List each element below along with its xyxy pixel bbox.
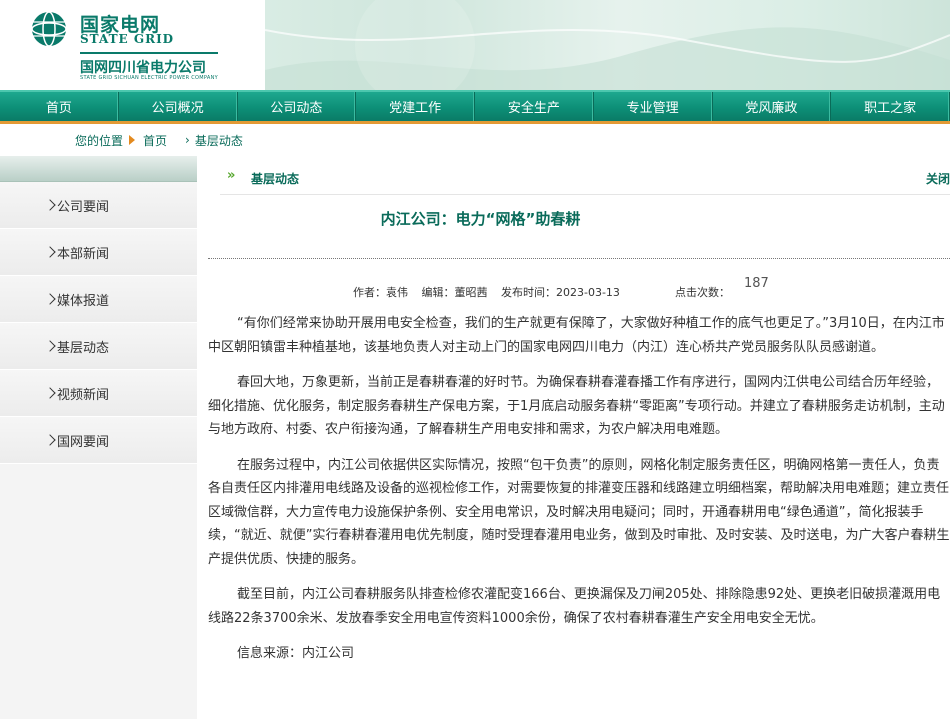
section-title: 基层动态 <box>251 172 300 186</box>
close-link[interactable]: 关闭 <box>926 170 950 187</box>
sidebar-item-media-reports[interactable]: 媒体报道 <box>0 276 197 323</box>
breadcrumb: 您的位置 首页 › 基层动态 <box>75 130 243 150</box>
nav-item-company-overview[interactable]: 公司概况 <box>119 92 238 121</box>
article-hits-count: 187 <box>744 276 769 291</box>
sidebar-item-label: 本部新闻 <box>57 246 110 262</box>
sidebar: 公司要闻 本部新闻 媒体报道 基层动态 视频新闻 国网要闻 <box>0 156 197 719</box>
article-author: 作者：袁伟 <box>353 286 408 299</box>
logo-divider <box>80 52 218 54</box>
article-publish-time: 发布时间：2023-03-13 <box>501 286 620 299</box>
sidebar-item-label: 媒体报道 <box>57 293 110 309</box>
article-paragraph: 截至目前，内江公司春耕服务队排查检修农灌配变166台、更换漏保及刀闸205处、排… <box>208 587 941 626</box>
breadcrumb-current[interactable]: 基层动态 <box>195 132 243 149</box>
article-source: 信息来源：内江公司 <box>237 646 355 661</box>
chevron-right-icon <box>44 340 56 352</box>
sidebar-item-company-news[interactable]: 公司要闻 <box>0 182 197 229</box>
chevron-right-icon: › <box>185 133 190 147</box>
nav-item-home[interactable]: 首页 <box>0 92 119 121</box>
sidebar-item-video-news[interactable]: 视频新闻 <box>0 370 197 417</box>
sidebar-item-label: 基层动态 <box>57 340 110 356</box>
logo-text-en: STATE GRID <box>80 32 175 46</box>
sidebar-item-label: 国网要闻 <box>57 434 110 450</box>
article-paragraph: “有你们经常来协助开展用电安全检查，我们的生产就更有保障了，大家做好种植工作的底… <box>208 316 945 355</box>
sidebar-item-grassroots[interactable]: 基层动态 <box>0 323 197 370</box>
sidebar-header <box>0 156 197 182</box>
chevron-right-icon <box>44 293 56 305</box>
article-body: “有你们经常来协助开展用电安全检查，我们的生产就更有保障了，大家做好种植工作的底… <box>208 312 950 678</box>
nav-item-integrity[interactable]: 党风廉政 <box>713 92 832 121</box>
company-name-cn: 国网四川省电力公司 <box>80 60 206 76</box>
article-editor: 编辑：董昭茜 <box>421 286 488 299</box>
article-hits-label: 点击次数： <box>675 286 730 299</box>
article-meta: 作者：袁伟 编辑：董昭茜 发布时间：2023-03-13 点击次数： <box>353 284 730 300</box>
nav-item-staff-home[interactable]: 职工之家 <box>831 92 950 121</box>
breadcrumb-home-link[interactable]: 首页 <box>143 132 167 149</box>
article-paragraph: 在服务过程中，内江公司依据供区实际情况，按照“包干负责”的原则，网格化制定服务责… <box>208 457 950 567</box>
sidebar-item-label: 公司要闻 <box>57 199 110 215</box>
double-chevron-icon: » <box>227 168 236 183</box>
nav-item-professional-mgmt[interactable]: 专业管理 <box>594 92 713 121</box>
nav-item-party-building[interactable]: 党建工作 <box>356 92 475 121</box>
title-divider <box>208 258 950 259</box>
breadcrumb-label: 您的位置 <box>75 133 124 148</box>
triangle-right-icon <box>129 135 136 145</box>
chevron-right-icon <box>44 246 56 258</box>
chevron-right-icon <box>44 434 56 446</box>
article-paragraph: 春回大地，万象更新，当前正是春耕春灌的好时节。为确保春耕春灌春播工作有序进行，国… <box>208 375 945 437</box>
content-header: » 基层动态 关闭 <box>220 163 950 195</box>
logo-block[interactable]: 国家电网 STATE GRID 国网四川省电力公司 STATE GRID SIC… <box>0 0 265 90</box>
state-grid-globe-icon <box>31 11 67 47</box>
chevron-right-icon <box>44 387 56 399</box>
nav-item-safety[interactable]: 安全生产 <box>475 92 594 121</box>
sidebar-item-sgcc-news[interactable]: 国网要闻 <box>0 417 197 464</box>
company-name-en: STATE GRID SICHUAN ELECTRIC POWER COMPAN… <box>80 75 218 81</box>
site-header: 国家电网 STATE GRID 国网四川省电力公司 STATE GRID SIC… <box>0 0 950 90</box>
nav-item-company-news[interactable]: 公司动态 <box>238 92 357 121</box>
chevron-right-icon <box>44 199 56 211</box>
sidebar-item-hq-news[interactable]: 本部新闻 <box>0 229 197 276</box>
article-title: 内江公司：电力“网格”助春耕 <box>380 210 581 228</box>
main-nav: 首页 公司概况 公司动态 党建工作 安全生产 专业管理 党风廉政 职工之家 <box>0 90 950 124</box>
sidebar-item-label: 视频新闻 <box>57 387 110 403</box>
header-banner-decoration <box>265 0 950 90</box>
